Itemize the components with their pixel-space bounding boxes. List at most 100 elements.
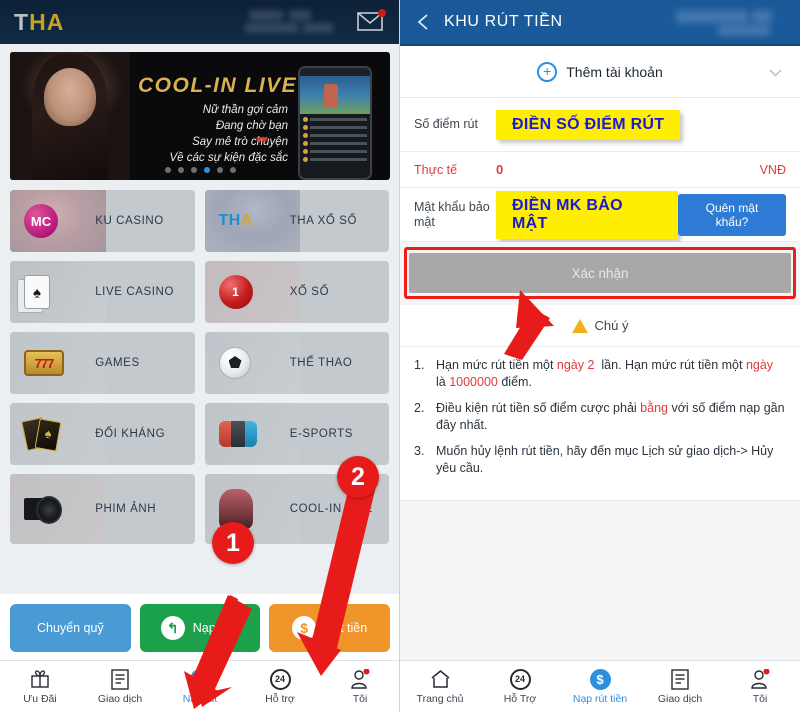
- security-password-input[interactable]: ĐIỀN MK BẢO MẬT: [496, 190, 678, 239]
- game-card-label: ĐỐI KHÁNG: [95, 428, 166, 440]
- withdraw-amount-label: Số điểm rút: [414, 117, 478, 131]
- right-phone-panel: KHU RÚT TIỀN + Thêm tài khoản Số điểm rú…: [400, 0, 800, 712]
- dollar-circle-icon: $: [189, 668, 211, 690]
- soccer-ball-icon: [218, 347, 251, 379]
- forgot-password-button[interactable]: Quên mật khẩu?: [677, 193, 786, 236]
- nav-item-toi[interactable]: Tôi: [720, 668, 800, 705]
- notice-list: 1. Hạn mức rút tiền một ngày 2 lần. Hạn …: [400, 347, 800, 500]
- nav-item-ho-tro[interactable]: 24 Hỗ Trợ: [480, 668, 560, 705]
- confirm-button[interactable]: Xác nhận: [409, 253, 791, 293]
- banner-line-4: Về các sự kiện đặc sắc: [169, 152, 288, 164]
- left-bottom-nav: Ưu Đãi Giao dịch $ Nạp rút 24 Hỗ trợ Tôi: [0, 660, 399, 712]
- warning-triangle-icon: [571, 318, 588, 333]
- security-password-label: Mật khẩu bảo mật: [414, 199, 490, 229]
- withdraw-page-header: KHU RÚT TIỀN: [400, 0, 800, 46]
- game-card-ku-casino[interactable]: MC KU CASINO: [10, 190, 195, 252]
- withdraw-label: Rút tiền: [324, 621, 368, 635]
- home-icon: [430, 668, 451, 690]
- promo-banner[interactable]: COOL-IN LIVE Nữ thần gợi cảm Đang chờ bạ…: [10, 52, 390, 180]
- dollar-circle-icon: $: [589, 668, 611, 690]
- game-card-games[interactable]: 777 GAMES: [10, 332, 195, 394]
- back-chevron-icon[interactable]: [414, 12, 434, 32]
- banner-pagination-dots[interactable]: [10, 167, 390, 173]
- notice-title: Chú ý: [594, 318, 629, 333]
- add-account-row[interactable]: + Thêm tài khoản: [400, 46, 800, 98]
- withdraw-form: + Thêm tài khoản Số điểm rút ĐIỀN SỐ ĐIỂ…: [400, 46, 800, 242]
- app-screenshot: THA COOL-IN LIVE Nữ thần gợi cảm Đang ch…: [0, 0, 800, 712]
- nav-item-nap-rut-tien[interactable]: $ Nạp rút tiền: [560, 668, 640, 705]
- lottery-ball-icon: 1: [218, 275, 253, 309]
- refund-arrow-icon: ↰: [160, 616, 185, 640]
- nav-item-trang-chu[interactable]: Trang chủ: [400, 668, 480, 705]
- support-24-icon: 24: [509, 668, 531, 690]
- banner-phone-mockup: [298, 66, 372, 180]
- wallet-actions: Chuyển quỹ ↰ Nạp tiền $ Rút tiền: [0, 594, 399, 660]
- notice-header: Chú ý: [400, 305, 800, 347]
- game-card-cool-in-live[interactable]: COOL-IN LIVE: [204, 474, 389, 544]
- game-card-e-sports[interactable]: E-SPORTS: [204, 403, 389, 465]
- game-card-label: THỂ THAO: [289, 357, 353, 369]
- nav-label: Nạp rút: [182, 693, 218, 705]
- tha-logo-icon: THA: [218, 212, 253, 229]
- actual-amount-label: Thực tế: [414, 162, 458, 177]
- dollar-icon: $: [292, 616, 317, 640]
- game-card-label: THA XỔ SỐ: [289, 215, 358, 227]
- film-clapper-icon: [24, 494, 62, 524]
- add-account-label: Thêm tài khoản: [566, 63, 663, 80]
- game-card-label: PHIM ẢNH: [95, 503, 157, 515]
- confirm-section: Xác nhận: [400, 242, 800, 305]
- plus-circle-icon: +: [537, 61, 558, 82]
- withdraw-amount-row: Số điểm rút ĐIỀN SỐ ĐIỂM RÚT: [400, 98, 800, 152]
- transfer-funds-button[interactable]: Chuyển quỹ: [10, 604, 131, 652]
- banner-line-1: Nữ thần gợi cảm: [202, 104, 288, 116]
- right-bottom-nav: Trang chủ 24 Hỗ Trợ $ Nạp rút tiền Giao …: [400, 660, 800, 712]
- nav-item-giao-dich[interactable]: Giao dịch: [80, 668, 160, 705]
- game-card-xo-so[interactable]: 1 XỔ SỐ: [204, 261, 389, 323]
- game-card-label: GAMES: [95, 357, 140, 369]
- banner-title: COOL-IN LIVE: [138, 74, 298, 97]
- nav-item-toi[interactable]: Tôi: [320, 668, 399, 705]
- page-title: KHU RÚT TIỀN: [444, 13, 563, 30]
- nav-item-uu-dai[interactable]: Ưu Đãi: [0, 668, 80, 705]
- game-card-the-thao[interactable]: THỂ THAO: [204, 332, 389, 394]
- game-card-label: KU CASINO: [95, 215, 164, 227]
- chevron-down-icon[interactable]: [769, 66, 782, 79]
- document-icon: [111, 668, 129, 690]
- nav-label: Tôi: [752, 693, 768, 705]
- nav-label: Giao dịch: [97, 693, 143, 705]
- security-password-row: Mật khẩu bảo mật ĐIỀN MK BẢO MẬT Quên mậ…: [400, 188, 800, 242]
- left-content: COOL-IN LIVE Nữ thần gợi cảm Đang chờ bạ…: [0, 44, 399, 544]
- nav-label: Hỗ trợ: [265, 693, 295, 705]
- currency-unit: VNĐ: [759, 162, 786, 177]
- withdraw-button[interactable]: $ Rút tiền: [269, 604, 391, 652]
- notice-text: Muốn hủy lệnh rút tiền, hãy đến mục Lịch…: [436, 444, 774, 475]
- document-icon: [671, 668, 689, 690]
- joycon-icon: [218, 421, 257, 447]
- heart-icon: ♥♥: [256, 134, 268, 146]
- notice-text: Điều kiện rút tiền số điểm cược phải bằn…: [436, 401, 785, 432]
- list-item: 3. Muốn hủy lệnh rút tiền, hãy đến mục L…: [414, 443, 786, 477]
- game-card-doi-khang[interactable]: ĐỐI KHÁNG: [10, 403, 195, 465]
- playing-cards-icon: [17, 275, 50, 313]
- nav-label: Giao dịch: [657, 693, 703, 705]
- nav-item-ho-tro[interactable]: 24 Hỗ trợ: [240, 668, 320, 705]
- nav-label: Hỗ Trợ: [503, 693, 537, 705]
- notice-number: 1.: [414, 358, 425, 372]
- slot-machine-icon: 777: [24, 350, 64, 376]
- game-card-tha-xo-so[interactable]: THA THA XỔ SỐ: [204, 190, 389, 252]
- deposit-button[interactable]: ↰ Nạp tiền: [139, 604, 261, 652]
- game-card-live-casino[interactable]: LIVE CASINO: [10, 261, 195, 323]
- nav-item-giao-dich[interactable]: Giao dịch: [640, 668, 720, 705]
- tha-logo[interactable]: THA: [14, 10, 64, 34]
- game-card-phim-anh[interactable]: PHIM ẢNH: [10, 474, 195, 544]
- notice-number: 3.: [414, 444, 425, 458]
- game-card-label: COOL-IN LIVE: [289, 503, 373, 515]
- blurred-account-info: [676, 8, 786, 38]
- user-icon: [750, 668, 770, 690]
- game-category-grid: MC KU CASINO THA THA XỔ SỐ LIVE CASINO 1: [10, 190, 389, 544]
- notice-number: 2.: [414, 401, 425, 415]
- withdraw-amount-input[interactable]: ĐIỀN SỐ ĐIỂM RÚT: [496, 109, 681, 140]
- mc-logo-icon: MC: [24, 204, 58, 238]
- fight-cards-icon: [24, 419, 58, 449]
- nav-item-nap-rut[interactable]: $ Nạp rút: [160, 668, 240, 705]
